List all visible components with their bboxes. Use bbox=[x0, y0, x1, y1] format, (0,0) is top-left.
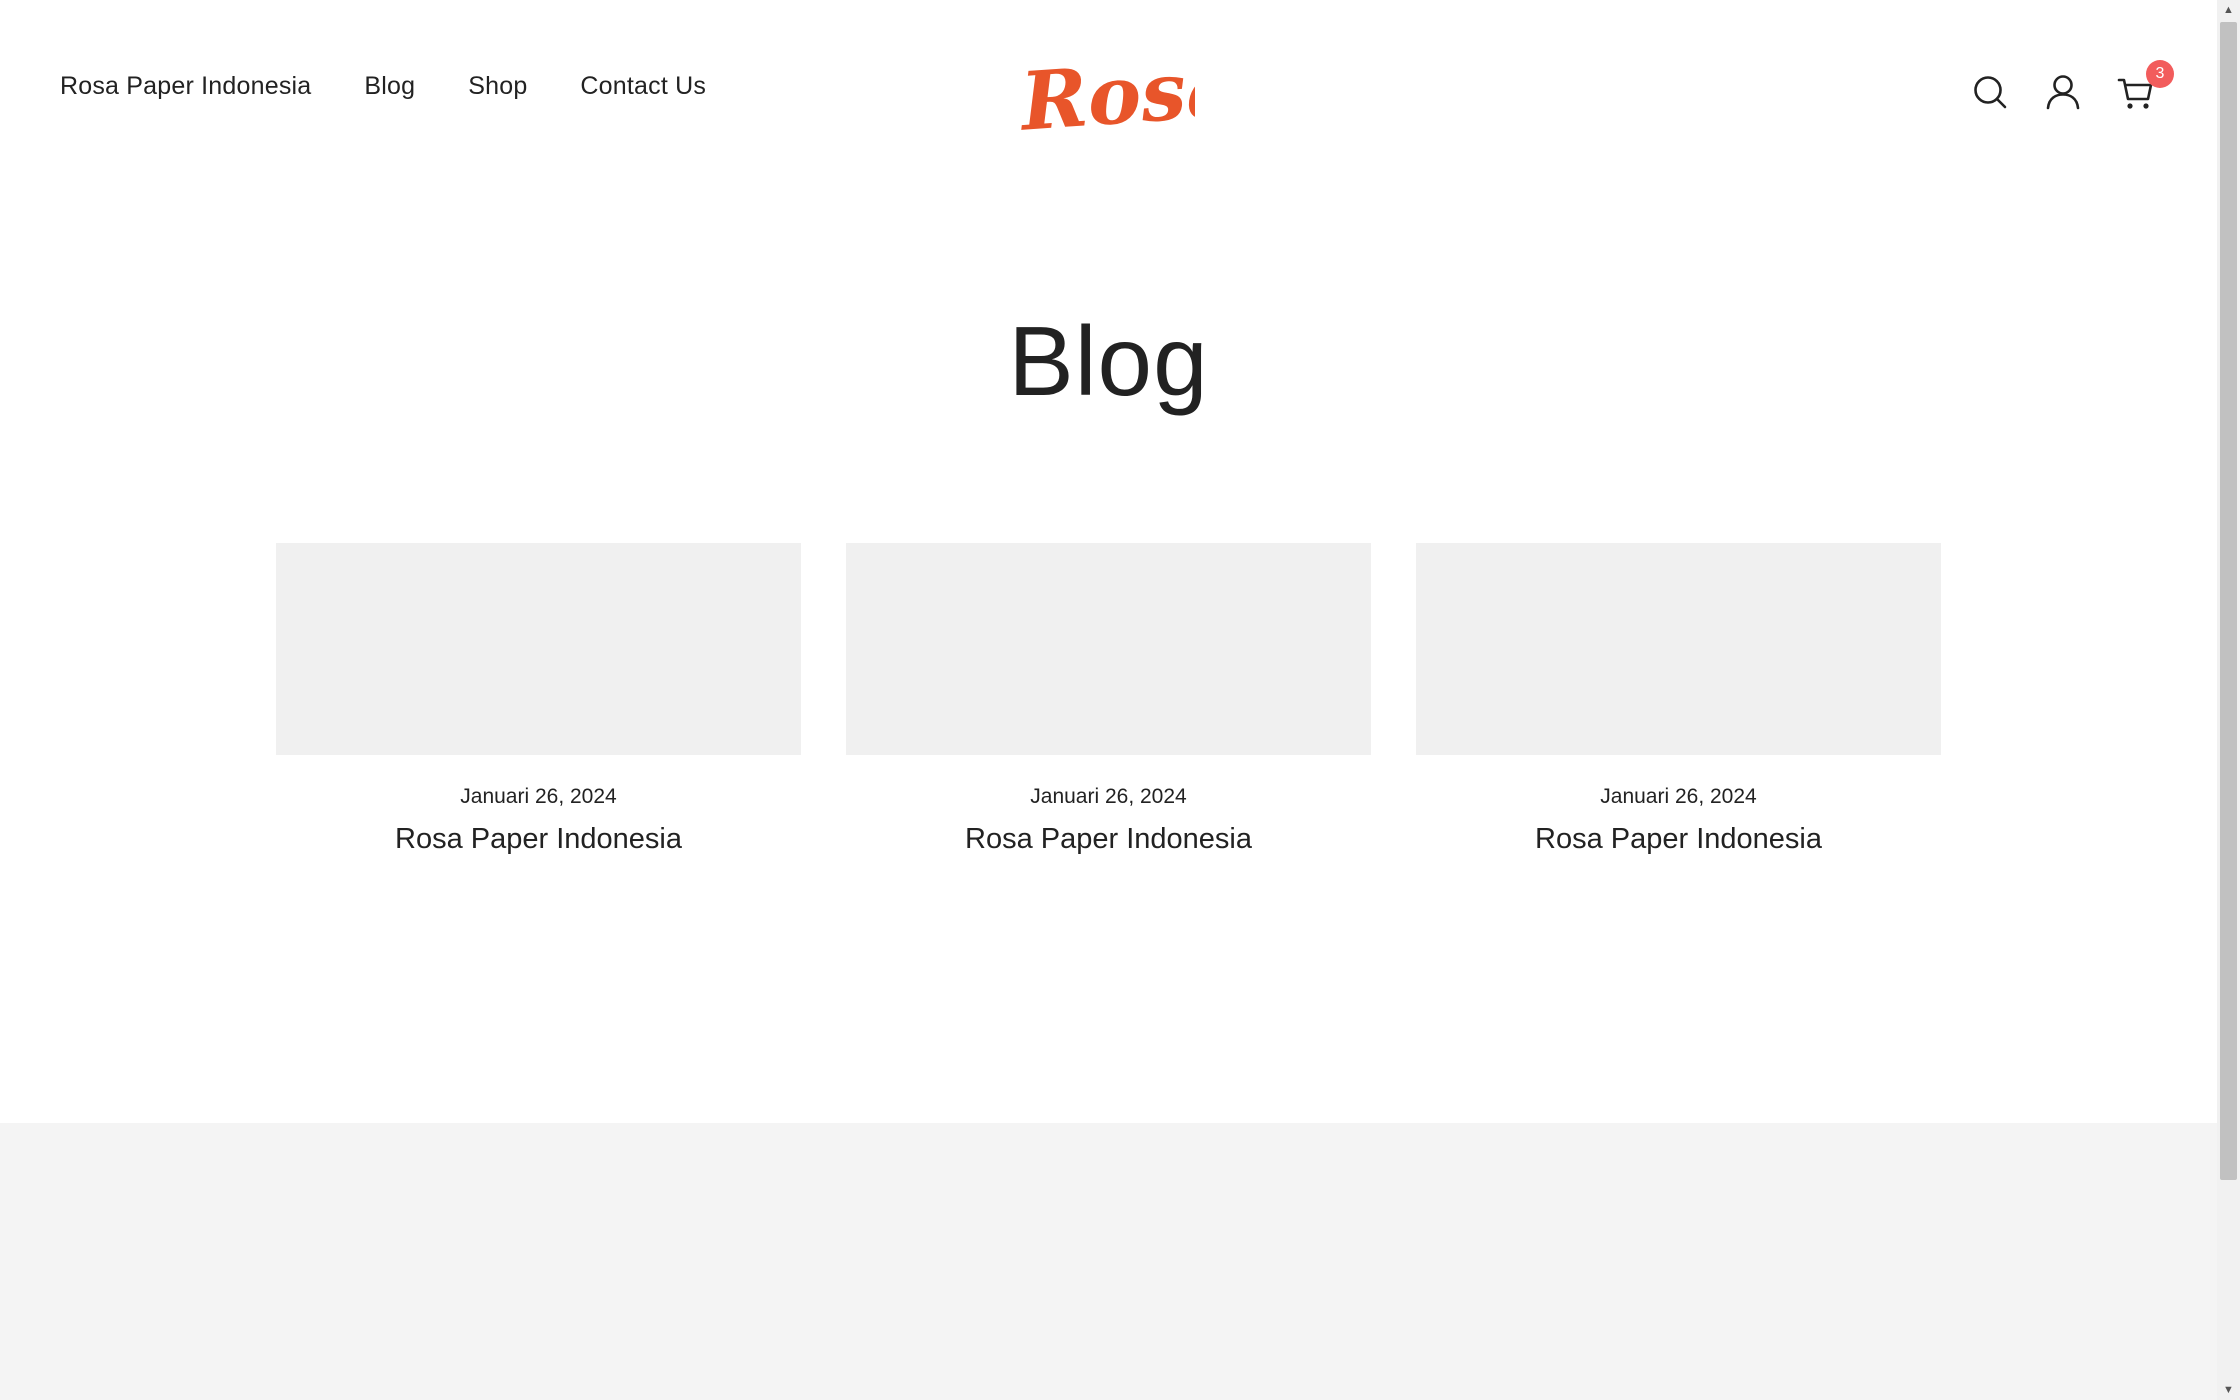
post-date: Januari 26, 2024 bbox=[460, 785, 617, 808]
cart-button[interactable]: 3 bbox=[2116, 60, 2174, 112]
post-date: Januari 26, 2024 bbox=[1030, 785, 1187, 808]
cart-count-badge: 3 bbox=[2146, 60, 2174, 88]
page-scrollbar[interactable]: ▲ ▼ bbox=[2217, 0, 2240, 1400]
site-logo[interactable]: Rosa bbox=[1015, 46, 1195, 146]
scroll-down-arrow-icon[interactable]: ▼ bbox=[2217, 1380, 2240, 1400]
scroll-up-arrow-icon[interactable]: ▲ bbox=[2217, 0, 2240, 20]
nav-item-blog[interactable]: Blog bbox=[364, 72, 415, 101]
nav-item-home[interactable]: Rosa Paper Indonesia bbox=[60, 72, 311, 101]
site-footer bbox=[0, 1123, 2217, 1400]
post-thumbnail[interactable] bbox=[846, 543, 1371, 755]
page-viewport: Rosa Paper Indonesia Blog Shop Contact U… bbox=[0, 0, 2217, 1400]
rosa-logo-mark: Rosa bbox=[1016, 46, 1195, 146]
site-header: Rosa Paper Indonesia Blog Shop Contact U… bbox=[0, 0, 2217, 186]
search-icon bbox=[1974, 76, 2007, 109]
page-title: Blog bbox=[1008, 306, 1209, 416]
nav-item-shop[interactable]: Shop bbox=[468, 72, 527, 101]
blog-post-card: Januari 26, 2024 Rosa Paper Indonesia bbox=[276, 543, 801, 856]
post-thumbnail[interactable] bbox=[1416, 543, 1941, 755]
user-icon bbox=[2046, 75, 2080, 110]
blog-post-card: Januari 26, 2024 Rosa Paper Indonesia bbox=[846, 543, 1371, 856]
post-date: Januari 26, 2024 bbox=[1600, 785, 1757, 808]
browser-page: Rosa Paper Indonesia Blog Shop Contact U… bbox=[0, 0, 2240, 1400]
blog-post-card: Januari 26, 2024 Rosa Paper Indonesia bbox=[1416, 543, 1941, 856]
post-title-link[interactable]: Rosa Paper Indonesia bbox=[965, 823, 1252, 856]
search-button[interactable] bbox=[1970, 72, 2010, 112]
main-nav: Rosa Paper Indonesia Blog Shop Contact U… bbox=[60, 72, 759, 101]
scrollbar-thumb[interactable] bbox=[2220, 22, 2237, 1180]
blog-post-grid: Januari 26, 2024 Rosa Paper Indonesia Ja… bbox=[276, 543, 1941, 856]
nav-item-contact[interactable]: Contact Us bbox=[580, 72, 706, 101]
logo-wordmark: Rosa bbox=[1016, 46, 1195, 146]
post-title-link[interactable]: Rosa Paper Indonesia bbox=[395, 823, 682, 856]
account-button[interactable] bbox=[2043, 72, 2083, 112]
header-actions: 3 bbox=[1970, 60, 2189, 112]
post-thumbnail[interactable] bbox=[276, 543, 801, 755]
post-title-link[interactable]: Rosa Paper Indonesia bbox=[1535, 823, 1822, 856]
